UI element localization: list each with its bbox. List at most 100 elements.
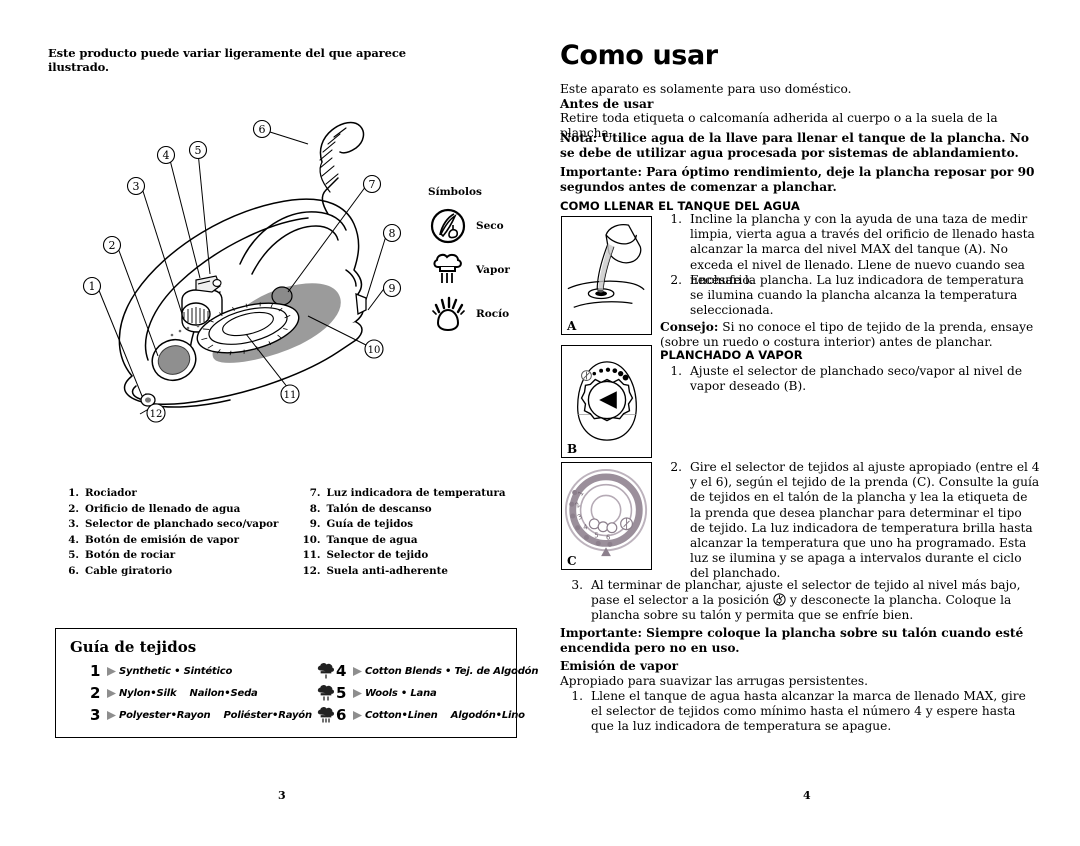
svg-text:11: 11	[284, 390, 297, 401]
part-number: 7.	[309, 487, 321, 499]
fabric-guide-box: Guía de tejidos 1 Synthetic • Sintético …	[55, 628, 538, 738]
step-text: Llene el tanque de agua hasta alcanzar l…	[591, 689, 1026, 734]
figure-c-letter: C	[567, 554, 577, 568]
symbol-label-dry: Seco	[476, 220, 504, 232]
fabric-setting-number: 1	[90, 661, 101, 680]
svg-text:7: 7	[369, 178, 376, 191]
part-label: Botón de emisión de vapor	[85, 533, 240, 546]
part-label: Cable giratorio	[85, 564, 173, 577]
fabric-setting-label: Wools • Lana	[365, 687, 437, 699]
dial-index-triangle	[601, 547, 611, 557]
step-number: 1.	[571, 689, 583, 703]
page-number-left: 3	[278, 789, 286, 802]
steam-level-1-icon	[317, 663, 334, 679]
part-item: 9. Guía de tejidos	[298, 517, 527, 533]
part-item: 4. Botón de emisión de vapor	[56, 533, 285, 549]
step-number: 2.	[670, 460, 682, 474]
step-item-4: 2. Gire el selector de tejidos al ajuste…	[660, 460, 1040, 582]
antes-de-usar-heading: Antes de usar	[560, 97, 654, 111]
part-item: 2. Orificio de llenado de agua	[56, 502, 285, 518]
consejo-label: Consejo:	[660, 320, 719, 334]
svg-text:10: 10	[368, 345, 381, 356]
fabric-guide-row: 5 Wools • Lana	[316, 682, 516, 704]
dry-iron-symbol	[430, 208, 466, 244]
part-number: 1.	[68, 487, 79, 499]
part-label: Luz indicadora de temperatura	[326, 487, 506, 499]
fabric-guide-row: 1 Synthetic • Sintético	[70, 660, 316, 682]
part-number: 11.	[302, 549, 321, 561]
symbol-label-spray: Rocío	[476, 308, 510, 320]
left-page: Este producto puede variar ligeramente d…	[0, 0, 540, 846]
step-number: 2.	[670, 273, 682, 287]
part-item: 1. Rociador	[56, 486, 285, 502]
step-text: Enchufe la plancha. La luz indicadora de…	[690, 273, 1024, 318]
part-label: Rociador	[85, 487, 137, 499]
part-number: 8.	[309, 502, 321, 515]
figure-b-box: B	[561, 345, 652, 458]
emision-de-vapor-body: Apropiado para suavizar las arrugas pers…	[560, 674, 869, 688]
step-item-3: 1. Ajuste el selector de planchado seco/…	[660, 364, 1038, 394]
steam-dial-figure	[577, 361, 637, 441]
fabric-setting-label: Synthetic • Sintético	[119, 665, 233, 677]
steam-level-3-icon	[317, 707, 334, 723]
part-item: 6. Cable giratorio	[56, 564, 285, 580]
section-heading-llenar-tanque: COMO LLENAR EL TANQUE DEL AGUA	[560, 199, 800, 213]
svg-text:4: 4	[163, 149, 170, 162]
symbols-legend: Símbolos Seco Vapor Rocío	[428, 186, 538, 336]
pouring-water-figure	[567, 224, 645, 308]
parts-list-column-right: 7. Luz indicadora de temperatura 8. Taló…	[285, 486, 527, 579]
part-item: 11. Selector de tejido	[298, 548, 527, 564]
part-number: 10.	[302, 533, 321, 546]
fabric-guide-row: 3 Polyester•Rayon Poliéster•Rayón	[70, 704, 316, 726]
symbols-title: Símbolos	[428, 186, 482, 198]
temperature-indicator-light	[271, 286, 293, 306]
part-item: 7. Luz indicadora de temperatura	[298, 486, 527, 502]
fabric-guide-column-left: 1 Synthetic • Sintético 2 Nylon•Silk Nai…	[70, 660, 316, 726]
svg-text:12: 12	[150, 409, 163, 420]
steam-cloud-symbol	[433, 253, 462, 283]
fabric-guide-row: 6 Cotton•Linen Algodón•Lino	[316, 704, 525, 726]
part-item: 12. Suela anti-adherente	[298, 564, 527, 580]
spray-mist-symbol	[432, 296, 465, 332]
fabric-setting-label: Nylon•Silk Nailon•Seda	[119, 687, 258, 699]
symbol-row-dry: Seco	[428, 204, 538, 248]
steam-level-2-icon	[317, 685, 334, 701]
fabric-guide-row: 4 Cotton Blends • Tej. de Algodón	[316, 660, 538, 682]
right-page: Como usar Este aparato es solamente para…	[540, 0, 1080, 846]
part-label: Suela anti-adherente	[326, 564, 448, 577]
step-item-6: 1. Llene el tanque de agua hasta alcanza…	[561, 689, 1039, 735]
triangle-marker-icon	[107, 688, 116, 698]
part-label: Talón de descanso	[326, 502, 432, 515]
fabric-setting-number: 6	[336, 705, 347, 724]
fabric-setting-number: 3	[90, 705, 101, 724]
figure-a-box: A	[561, 216, 652, 335]
symbol-row-spray: Rocío	[428, 292, 538, 336]
page-title: Como usar	[560, 40, 718, 71]
fabric-setting-label: Cotton Blends • Tej. de Algodón	[365, 665, 539, 677]
symbol-row-steam: Vapor	[428, 248, 538, 292]
triangle-marker-icon	[353, 688, 362, 698]
figure-a-letter: A	[567, 319, 577, 333]
symbol-label-steam: Vapor	[476, 264, 510, 276]
emision-de-vapor-heading: Emisión de vapor	[560, 659, 679, 673]
part-label: Guía de tejidos	[326, 518, 414, 530]
fabric-guide-title: Guía de tejidos	[70, 638, 197, 656]
part-number: 6.	[68, 564, 79, 577]
fabric-setting-label: Cotton•Linen Algodón•Lino	[365, 709, 525, 721]
part-number: 12.	[302, 564, 321, 577]
consejo-paragraph: Consejo: Si no conoce el tipo de tejido …	[660, 320, 1038, 350]
part-item: 8. Talón de descanso	[298, 502, 527, 518]
step-text: Ajuste el selector de planchado seco/vap…	[690, 364, 1023, 394]
step-number: 1.	[670, 364, 682, 378]
parts-list-column-left: 1. Rociador 2. Orificio de llenado de ag…	[56, 486, 285, 579]
figure-b-letter: B	[567, 442, 578, 456]
svg-text:2: 2	[109, 239, 116, 252]
heel-rest	[355, 292, 367, 316]
figure-c-box: 1 2 3 4 5 6 C	[561, 462, 652, 570]
svg-text:5: 5	[195, 144, 202, 157]
importante-paragraph-1: Importante: Para óptimo rendimiento, dej…	[560, 165, 1035, 195]
section-heading-planchado-vapor: PLANCHADO A VAPOR	[660, 348, 803, 362]
importante-paragraph-2: Importante: Siempre coloque la plancha s…	[560, 626, 1024, 656]
fabric-guide-row: 2 Nylon•Silk Nailon•Seda	[70, 682, 316, 704]
step-item-2: 2. Enchufe la plancha. La luz indicadora…	[660, 273, 1038, 319]
